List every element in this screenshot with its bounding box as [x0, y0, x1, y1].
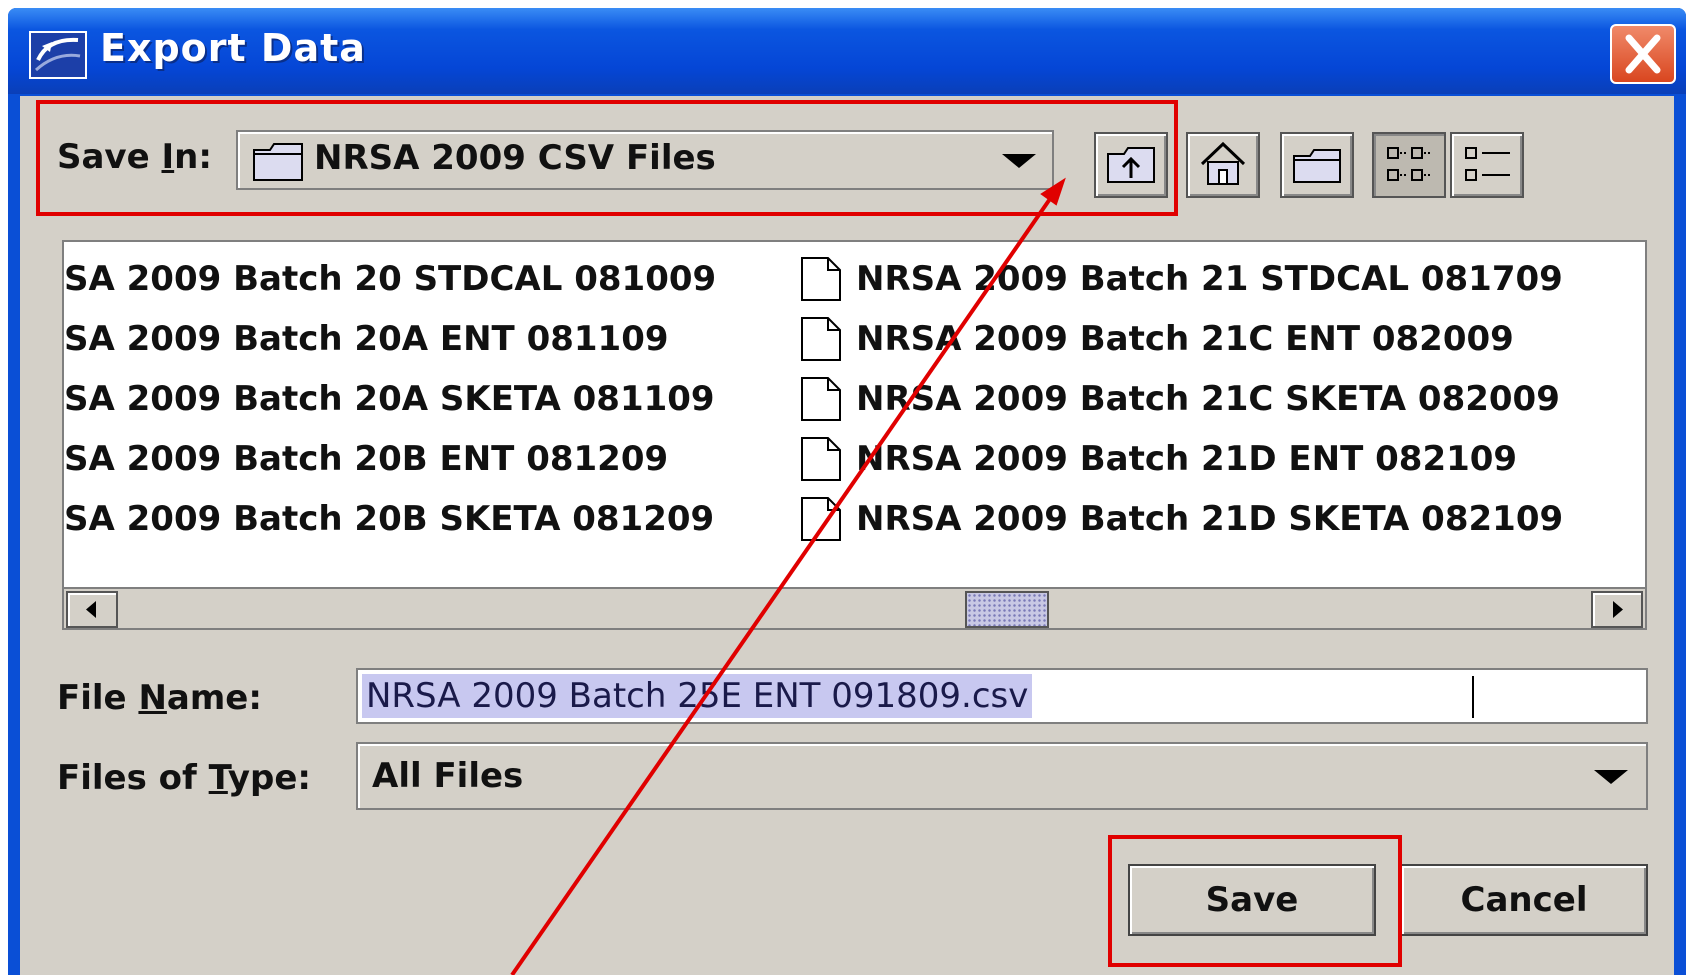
annotation-arrow [510, 177, 1066, 975]
